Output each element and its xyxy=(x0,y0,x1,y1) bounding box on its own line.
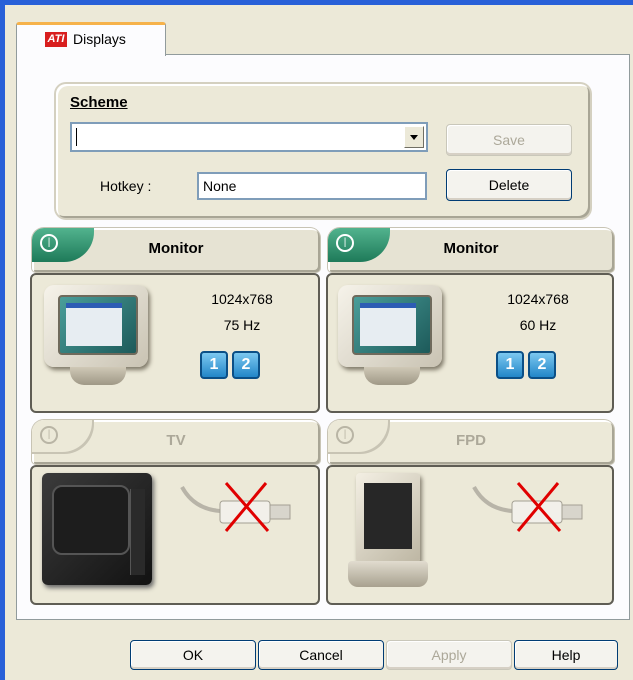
display-chip-1: 1 xyxy=(496,351,524,379)
hotkey-label: Hotkey : xyxy=(100,178,152,194)
monitor-2-title: Monitor xyxy=(443,240,499,257)
cancel-button[interactable]: Cancel xyxy=(258,640,384,670)
monitor-1-header[interactable]: | Monitor xyxy=(32,228,320,272)
crt-monitor-icon xyxy=(36,281,156,391)
monitor-2-resolution: 1024x768 xyxy=(507,291,569,307)
monitor-1-chips: 12 xyxy=(200,351,270,381)
unplugged-cable-icon xyxy=(472,482,583,532)
flat-panel-icon xyxy=(342,473,432,593)
window-frame-top xyxy=(0,0,633,5)
save-button[interactable]: Save xyxy=(446,124,572,156)
display-chip-1: 1 xyxy=(200,351,228,379)
monitor-1-refresh: 75 Hz xyxy=(223,317,261,333)
fpd-card[interactable] xyxy=(326,465,614,605)
delete-button[interactable]: Delete xyxy=(446,169,572,201)
tv-card[interactable] xyxy=(30,465,320,605)
monitor-2-header[interactable]: | Monitor xyxy=(328,228,614,272)
monitor-2-card[interactable]: 1024x768 60 Hz 12 xyxy=(326,273,614,413)
window-frame-left xyxy=(0,0,5,680)
monitor-1-card[interactable]: 1024x768 75 Hz 12 xyxy=(30,273,320,413)
scheme-title: Scheme xyxy=(70,94,128,111)
display-chip-2: 2 xyxy=(232,351,260,379)
tv-title: TV xyxy=(166,432,186,449)
apply-button[interactable]: Apply xyxy=(386,640,512,670)
ok-button[interactable]: OK xyxy=(130,640,256,670)
fpd-header[interactable]: | FPD xyxy=(328,420,614,464)
unplugged-cable-icon xyxy=(180,482,291,532)
tv-header[interactable]: | TV xyxy=(32,420,320,464)
monitor-2-chips: 12 xyxy=(496,351,566,381)
monitor-1-resolution: 1024x768 xyxy=(211,291,273,307)
tab-displays[interactable]: ATI Displays xyxy=(16,22,166,56)
hotkey-field[interactable]: None xyxy=(197,172,427,200)
tab-displays-label: Displays xyxy=(73,31,126,47)
monitor-2-refresh: 60 Hz xyxy=(519,317,557,333)
fpd-title: FPD xyxy=(456,432,486,449)
text-caret xyxy=(76,128,77,146)
crt-monitor-icon xyxy=(330,281,450,391)
tv-icon xyxy=(38,473,158,593)
help-button[interactable]: Help xyxy=(514,640,618,670)
scheme-combobox[interactable] xyxy=(70,122,428,152)
chevron-down-icon[interactable] xyxy=(404,126,424,148)
ati-logo-icon: ATI xyxy=(45,32,67,47)
monitor-1-title: Monitor xyxy=(148,240,204,257)
display-chip-2: 2 xyxy=(528,351,556,379)
